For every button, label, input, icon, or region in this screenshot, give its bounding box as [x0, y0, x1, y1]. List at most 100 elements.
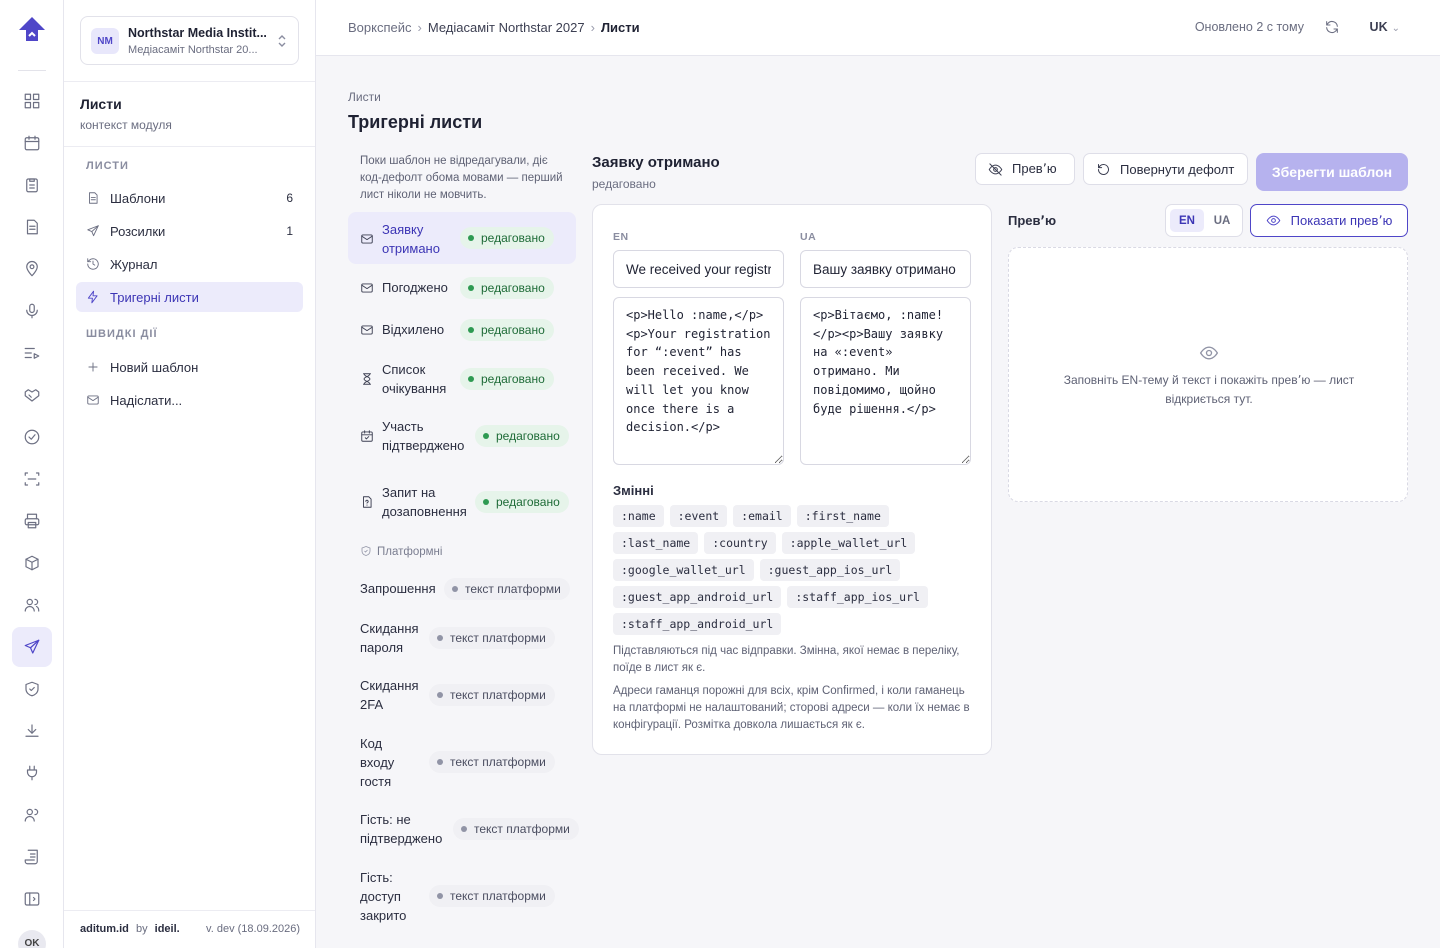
- mail-icon: [360, 232, 374, 246]
- trigger-item-confirmed[interactable]: Участь підтверджено редаговано: [348, 414, 576, 458]
- scan-icon[interactable]: [12, 459, 52, 499]
- variable-chip[interactable]: :guest_app_android_url: [613, 586, 782, 608]
- sidebar-item-label: Журнал: [110, 256, 158, 272]
- trigger-label: Заявку отримано: [382, 222, 440, 256]
- box-icon[interactable]: [12, 543, 52, 583]
- status-badge: редаговано: [475, 491, 569, 513]
- scroll-icon[interactable]: [12, 837, 52, 877]
- platform-section-header: Платформні: [360, 545, 442, 558]
- preview-placeholder: Заповніть EN-тему й текст і покажіть пре…: [1008, 247, 1408, 502]
- download-icon[interactable]: [12, 711, 52, 751]
- platform-item-guest-unconfirmed[interactable]: Гість: не підтверджено: [360, 810, 450, 848]
- sidebar-footer: aditum.id by ideil. v. dev (18.09.2026): [80, 923, 300, 935]
- variable-chip[interactable]: :country: [704, 532, 776, 554]
- variables-list: :name :event :email :first_name :last_na…: [613, 505, 973, 635]
- quick-send[interactable]: Надіслати...: [76, 385, 303, 415]
- trigger-item-received[interactable]: Заявку отримано редаговано: [348, 212, 576, 264]
- version-label: v. dev (18.09.2026): [206, 923, 300, 935]
- sidebar-item-mailings[interactable]: Розсилки 1: [76, 216, 303, 246]
- show-preview-button[interactable]: Показати прев՚ю: [1250, 204, 1408, 237]
- team-icon[interactable]: [12, 795, 52, 835]
- variable-chip[interactable]: :apple_wallet_url: [781, 532, 916, 554]
- sidebar-item-templates[interactable]: Шаблони 6: [76, 183, 303, 213]
- hourglass-icon: [360, 372, 374, 386]
- preview-lang-en[interactable]: EN: [1170, 209, 1204, 232]
- en-subject-input[interactable]: [613, 250, 784, 288]
- location-icon[interactable]: [12, 249, 52, 289]
- template-editor-card: EN UA <p>Hello :name,</p><p>Your registr…: [592, 204, 992, 755]
- check-circle-icon[interactable]: [12, 417, 52, 457]
- icon-rail: OK: [0, 0, 64, 948]
- brand-link[interactable]: aditum.id: [80, 923, 129, 935]
- preview-lang-ua[interactable]: UA: [1205, 209, 1239, 232]
- breadcrumb-current: Листи: [600, 20, 640, 35]
- reset-default-button[interactable]: Повернути дефолт: [1083, 153, 1248, 185]
- dashboard-icon[interactable]: [12, 81, 52, 121]
- breadcrumb-event[interactable]: Медіасаміт Northstar 2027: [428, 20, 585, 35]
- plug-icon[interactable]: [12, 753, 52, 793]
- default-hint: Поки шаблон не відредагували, діє код-де…: [360, 155, 563, 201]
- quick-new-template[interactable]: Новий шаблон: [76, 352, 303, 382]
- sidebar-item-count: 1: [286, 224, 293, 238]
- clipboard-icon[interactable]: [12, 165, 52, 205]
- variable-chip[interactable]: :staff_app_android_url: [613, 613, 782, 635]
- platform-item-guest-code[interactable]: Код входу гостя: [360, 734, 415, 791]
- send-icon[interactable]: [12, 627, 52, 667]
- variable-chip[interactable]: :first_name: [796, 505, 889, 527]
- chevron-down-icon: ⌄: [1391, 23, 1400, 34]
- variable-chip[interactable]: :name: [613, 505, 664, 527]
- breadcrumb: Воркспейс › Медіасаміт Northstar 2027 › Лист…: [348, 20, 640, 35]
- variable-chip[interactable]: :staff_app_ios_url: [787, 586, 928, 608]
- button-label: Повернути дефолт: [1120, 161, 1235, 177]
- sidebar-item-label: Шаблони: [110, 190, 166, 206]
- sidebar-item-label: Розсилки: [110, 223, 166, 239]
- save-template-button[interactable]: Зберегти шаблон: [1256, 153, 1408, 191]
- sidebar-item-journal[interactable]: Журнал: [76, 249, 303, 279]
- variable-chip[interactable]: :event: [669, 505, 728, 527]
- trigger-item-approved[interactable]: Погоджено редаговано: [348, 275, 576, 301]
- app-logo-icon[interactable]: [16, 14, 48, 46]
- trigger-item-rejected[interactable]: Відхилено редаговано: [348, 317, 576, 343]
- eye-icon: [1266, 215, 1280, 226]
- maker-link[interactable]: ideil.: [155, 923, 180, 935]
- calendar-icon[interactable]: [12, 123, 52, 163]
- shield-check-icon[interactable]: [12, 669, 52, 709]
- org-badge: NM: [91, 28, 119, 54]
- platform-item-invite[interactable]: Запрошення: [360, 579, 436, 598]
- variable-chip[interactable]: :email: [733, 505, 791, 527]
- org-switcher[interactable]: NM Northstar Media Instit... Медіасаміт …: [80, 16, 299, 65]
- language-selector[interactable]: UK ⌄: [1370, 20, 1400, 34]
- variable-chip[interactable]: :last_name: [613, 532, 699, 554]
- platform-label: Скидання 2FA: [360, 678, 419, 712]
- sidebar-item-trigger-mails[interactable]: Тригерні листи: [76, 282, 303, 312]
- list-play-icon[interactable]: [12, 333, 52, 373]
- platform-item-guest-closed[interactable]: Гість: доступ закрито: [360, 868, 422, 925]
- en-body-textarea[interactable]: <p>Hello :name,</p><p>Your registration …: [613, 297, 784, 465]
- variable-chip[interactable]: :google_wallet_url: [613, 559, 754, 581]
- ua-body-textarea[interactable]: <p>Вітаємо, :name!</p><p>Вашу заявку на …: [800, 297, 971, 465]
- sidebar-item-label: Тригерні листи: [110, 289, 199, 305]
- printer-icon[interactable]: [12, 501, 52, 541]
- page-eyebrow: Листи: [348, 90, 381, 104]
- platform-item-password-reset[interactable]: Скидання пароля: [360, 619, 428, 657]
- en-column-label: EN: [613, 231, 629, 243]
- trigger-label: Участь підтверджено: [382, 419, 465, 453]
- quick-label: Надіслати...: [110, 392, 183, 408]
- status-badge: текст платформи: [429, 627, 555, 649]
- handshake-icon[interactable]: [12, 375, 52, 415]
- ua-subject-input[interactable]: [800, 250, 971, 288]
- trigger-label: Відхилено: [382, 322, 445, 337]
- microphone-icon[interactable]: [12, 291, 52, 331]
- status-badge: редаговано: [475, 425, 569, 447]
- sidebar-toggle-icon[interactable]: [12, 879, 52, 919]
- breadcrumb-root[interactable]: Воркспейс: [348, 20, 412, 35]
- platform-item-2fa-reset[interactable]: Скидання 2FA: [360, 676, 426, 714]
- trigger-item-waitlist[interactable]: Список очікування редаговано: [348, 357, 576, 401]
- document-icon[interactable]: [12, 207, 52, 247]
- variable-chip[interactable]: :guest_app_ios_url: [759, 559, 901, 581]
- users-icon[interactable]: [12, 585, 52, 625]
- preview-toggle-button[interactable]: Прев՚ю: [975, 153, 1075, 185]
- trigger-item-fill-request[interactable]: Запит на дозаповнення редаговано: [348, 480, 576, 524]
- user-avatar[interactable]: OK: [18, 930, 46, 948]
- refresh-icon[interactable]: [1324, 19, 1340, 35]
